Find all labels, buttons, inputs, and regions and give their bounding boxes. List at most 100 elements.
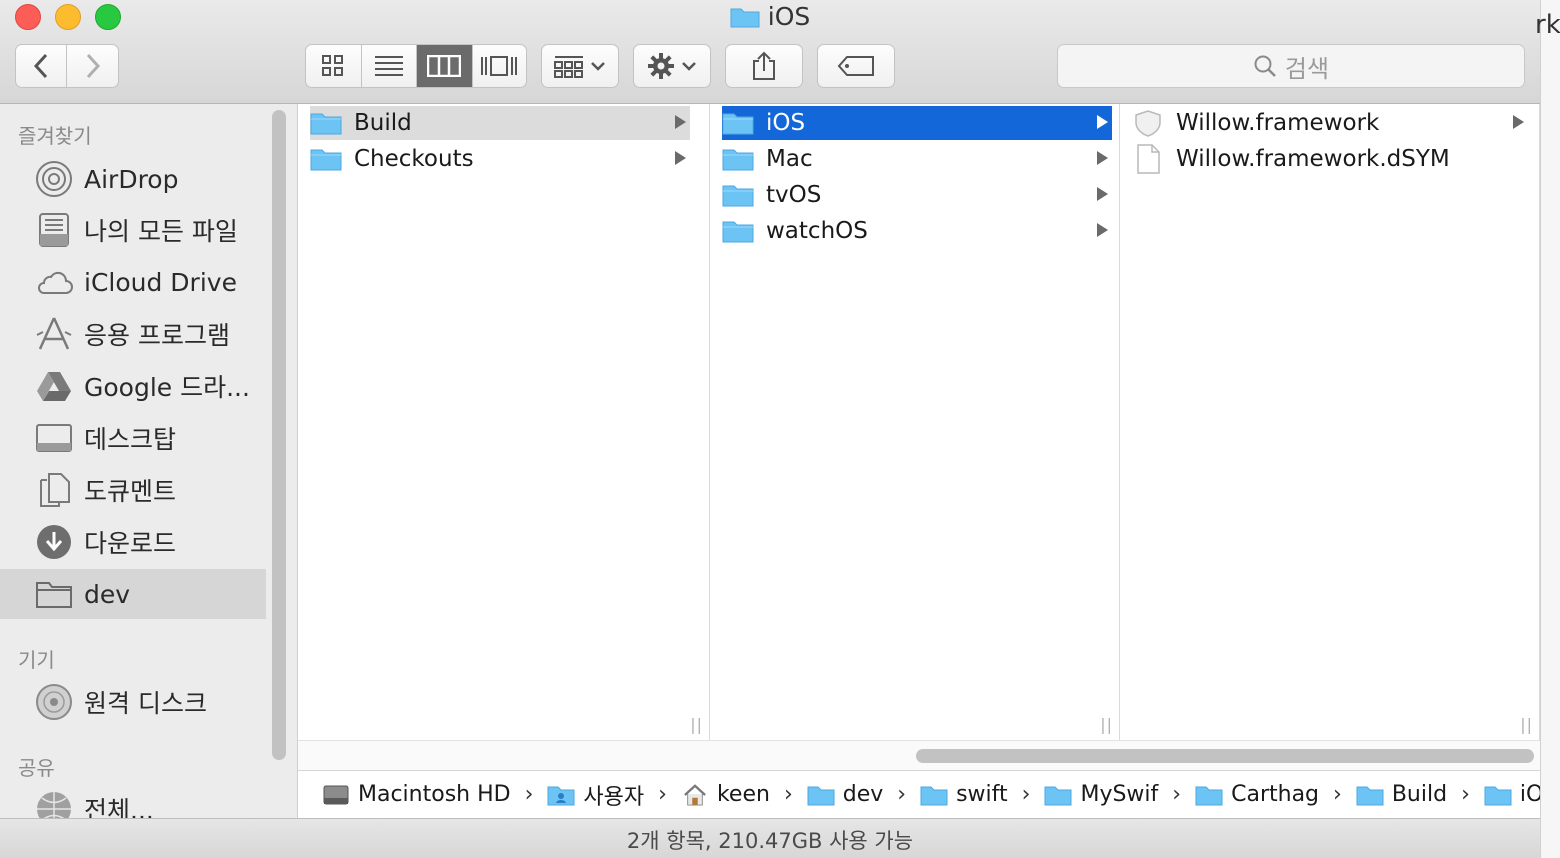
path-item-myswift[interactable]: MySwif ›	[1044, 782, 1195, 807]
sidebar-item-google-drive[interactable]: Google 드라...	[0, 361, 266, 411]
path-item-label: keen	[716, 782, 770, 807]
list-item-build[interactable]: Build	[310, 106, 690, 140]
sidebar: 즐겨찾기 AirDrop 나의 모든 파일 iCloud Drive 응용 프로…	[0, 104, 298, 818]
list-item-watchos[interactable]: watchOS	[722, 214, 1112, 248]
remote-disc-icon	[34, 682, 74, 722]
share-button[interactable]	[725, 44, 803, 88]
sidebar-item-downloads[interactable]: 다운로드	[0, 517, 266, 567]
sidebar-item-label: dev	[84, 579, 131, 609]
cover-flow-button[interactable]	[473, 45, 527, 87]
sidebar-item-documents[interactable]: 도큐멘트	[0, 465, 266, 515]
folder-icon	[310, 113, 342, 135]
sidebar-item-label: iCloud Drive	[84, 267, 237, 297]
document-icon	[1137, 144, 1160, 174]
path-item-macintosh-hd[interactable]: Macintosh HD ›	[322, 782, 547, 807]
google-drive-icon	[34, 366, 74, 406]
search-placeholder: 검색	[1284, 54, 1330, 83]
arrange-dropdown[interactable]	[541, 44, 619, 88]
grid-icon	[322, 55, 344, 76]
sidebar-item-all-files[interactable]: 나의 모든 파일	[0, 205, 266, 255]
arrange-icon	[554, 56, 583, 78]
gear-icon	[648, 53, 674, 79]
folder-icon	[1484, 786, 1512, 805]
sidebar-item-remote-disc[interactable]: 원격 디스크	[0, 677, 266, 727]
forward-button[interactable]	[67, 45, 118, 87]
documents-icon	[34, 470, 74, 510]
desktop-icon	[34, 418, 74, 458]
sidebar-item-label: 데스크탑	[84, 425, 177, 454]
sidebar-item-label: Google 드라...	[84, 373, 250, 402]
nav-buttons	[15, 44, 119, 88]
icon-view-button[interactable]	[306, 45, 362, 87]
disclosure-arrow-icon	[1097, 115, 1108, 129]
disclosure-arrow-icon	[1513, 115, 1524, 129]
path-separator-icon: ›	[897, 782, 907, 807]
path-item-ios[interactable]: iOS	[1484, 782, 1540, 807]
list-item-willow-framework[interactable]: Willow.framework	[1132, 106, 1528, 140]
column-resize-handle[interactable]: ||	[1100, 715, 1113, 734]
list-item-mac[interactable]: Mac	[722, 142, 1112, 176]
path-item-keen[interactable]: keen ›	[681, 782, 807, 807]
framework-icon	[1135, 110, 1161, 137]
sidebar-item-network[interactable]: 전체...	[0, 784, 266, 818]
sidebar-scrollbar[interactable]	[272, 110, 286, 760]
back-button[interactable]	[16, 45, 68, 87]
list-item-ios[interactable]: iOS	[722, 106, 1112, 140]
disclosure-arrow-icon	[1097, 151, 1108, 165]
sidebar-item-label: AirDrop	[84, 164, 179, 194]
folder-icon	[730, 8, 760, 28]
list-item-checkouts[interactable]: Checkouts	[310, 142, 690, 176]
horizontal-scrollbar[interactable]	[298, 740, 1540, 770]
chevron-down-icon	[591, 62, 605, 71]
path-separator-icon: ›	[1021, 782, 1031, 807]
sidebar-item-icloud-drive[interactable]: iCloud Drive	[0, 257, 266, 307]
path-item-build[interactable]: Build ›	[1356, 782, 1484, 807]
home-icon	[684, 783, 706, 806]
sidebar-item-applications[interactable]: 응용 프로그램	[0, 309, 266, 359]
path-item-carthage[interactable]: Carthag ›	[1195, 782, 1356, 807]
sidebar-section-shared: 공유	[18, 756, 55, 780]
path-item-label: 사용자	[583, 784, 645, 810]
hard-drive-icon	[323, 785, 349, 804]
column-3: Willow.framework Willow.framework.dSYM |…	[1120, 104, 1540, 740]
item-label: Mac	[766, 146, 813, 172]
action-dropdown[interactable]	[633, 44, 711, 88]
users-folder-icon	[547, 786, 575, 805]
path-item-label: dev	[842, 782, 884, 807]
window-title: iOS	[0, 2, 1540, 31]
airdrop-icon	[34, 159, 74, 199]
folder-icon	[310, 149, 342, 171]
folder-icon	[722, 113, 754, 135]
applications-icon	[34, 314, 74, 354]
search-icon	[1254, 55, 1276, 77]
path-separator-icon: ›	[1333, 782, 1342, 807]
path-item-swift[interactable]: swift ›	[920, 782, 1044, 807]
column-resize-handle[interactable]: ||	[1520, 715, 1533, 734]
sidebar-item-desktop[interactable]: 데스크탑	[0, 413, 266, 463]
sidebar-item-airdrop[interactable]: AirDrop	[0, 154, 266, 204]
path-item-dev[interactable]: dev ›	[807, 782, 920, 807]
path-separator-icon: ›	[524, 782, 534, 807]
list-item-tvos[interactable]: tvOS	[722, 178, 1112, 212]
sidebar-item-dev[interactable]: dev	[0, 569, 266, 619]
column-view-button[interactable]	[417, 45, 473, 87]
tags-button[interactable]	[817, 44, 895, 88]
search-field[interactable]: 검색	[1057, 44, 1525, 88]
folder-icon	[722, 221, 754, 243]
chevron-left-icon	[33, 53, 48, 79]
path-item-label: Macintosh HD	[358, 782, 511, 807]
list-view-button[interactable]	[362, 45, 417, 87]
item-label: iOS	[766, 110, 806, 136]
folder-icon	[722, 149, 754, 171]
finder-window: iOS 검색 즐겨찾기 AirDrop 나의 모든 파일 iCloud Driv…	[0, 0, 1540, 858]
path-item-users[interactable]: 사용자 ›	[547, 779, 681, 811]
column-1: Build Checkouts ||	[298, 104, 710, 740]
item-label: Checkouts	[354, 146, 474, 172]
column-resize-handle[interactable]: ||	[690, 715, 703, 734]
sidebar-item-label: 다운로드	[84, 529, 177, 558]
horizontal-scroll-thumb[interactable]	[916, 749, 1534, 763]
toolbar: iOS 검색	[0, 0, 1540, 104]
path-separator-icon: ›	[658, 782, 667, 807]
list-item-willow-dsym[interactable]: Willow.framework.dSYM	[1132, 142, 1528, 176]
item-label: Willow.framework	[1176, 110, 1380, 136]
